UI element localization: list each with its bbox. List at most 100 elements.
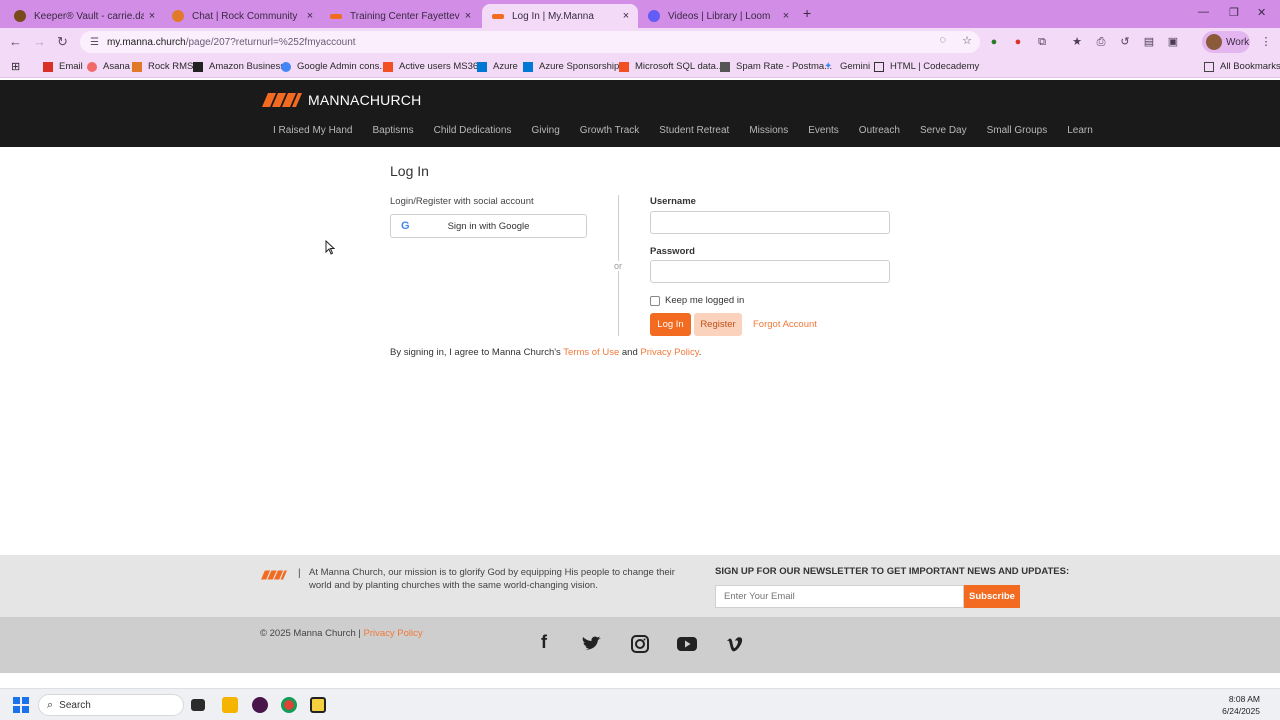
- extensions-puzzle-icon[interactable]: ⧉: [1035, 35, 1049, 49]
- manna-logo[interactable]: MANNACHURCH: [262, 92, 421, 108]
- nav-student-retreat[interactable]: Student Retreat: [659, 125, 729, 136]
- profile-label: Work: [1226, 36, 1250, 48]
- minimize-icon[interactable]: —: [1198, 6, 1209, 18]
- address-bar[interactable]: ☰ my.manna.church/page/207?returnurl=%25…: [80, 31, 980, 53]
- tab-close-icon[interactable]: ×: [144, 10, 160, 22]
- bookmark-label: Azure Sponsorships: [539, 61, 625, 72]
- task-view-icon[interactable]: [191, 699, 205, 711]
- password-field[interactable]: [650, 260, 890, 283]
- tab-close-icon[interactable]: ×: [618, 10, 634, 22]
- apps-grid-icon[interactable]: ⊞: [11, 60, 20, 73]
- tab-loom-videos[interactable]: Videos | Library | Loom ×: [638, 4, 798, 28]
- bookmark-rock-rms[interactable]: Rock RMS: [132, 61, 193, 72]
- bookmarks-star-icon[interactable]: ★: [1070, 35, 1084, 49]
- logo-church: CHURCH: [359, 92, 422, 108]
- microsoft-icon: [383, 61, 393, 72]
- menu-kebab-icon[interactable]: ⋮: [1259, 35, 1273, 49]
- restore-icon[interactable]: ❐: [1229, 6, 1239, 19]
- bookmark-email[interactable]: Email: [43, 61, 83, 72]
- tab-log-in-my-manna[interactable]: Log In | My.Manna ×: [482, 4, 638, 28]
- nav-serve-day[interactable]: Serve Day: [920, 125, 967, 136]
- vimeo-icon[interactable]: [724, 636, 746, 652]
- tab-rock-community[interactable]: Chat | Rock Community ×: [162, 4, 322, 28]
- bookmark-amazon-business[interactable]: Amazon Business: [193, 61, 285, 72]
- nav-small-groups[interactable]: Small Groups: [987, 125, 1048, 136]
- slack-icon[interactable]: [252, 697, 268, 713]
- nav-baptisms[interactable]: Baptisms: [372, 125, 413, 136]
- print-icon[interactable]: ⎙: [1094, 35, 1108, 49]
- gemini-icon: ✦: [824, 60, 833, 72]
- extension-green-icon[interactable]: ●: [987, 35, 1001, 49]
- taskbar-search[interactable]: ⌕ Search: [38, 694, 184, 716]
- site-info-icon[interactable]: ☰: [90, 37, 99, 48]
- keep-logged-in[interactable]: Keep me logged in: [650, 295, 744, 306]
- file-explorer-icon[interactable]: [222, 697, 238, 713]
- tab-search-icon[interactable]: ▣: [1166, 35, 1180, 49]
- windows-start-icon[interactable]: [13, 697, 29, 713]
- subscribe-button[interactable]: Subscribe: [964, 585, 1020, 608]
- username-field[interactable]: [650, 211, 890, 234]
- nav-giving[interactable]: Giving: [531, 125, 559, 136]
- newsletter-email-input[interactable]: [715, 585, 964, 608]
- terms-of-use-link[interactable]: Terms of Use: [563, 347, 619, 358]
- system-clock[interactable]: 8:08 AM 6/24/2025: [1222, 693, 1260, 717]
- bookmark-label: Rock RMS: [148, 61, 194, 72]
- nav-outreach[interactable]: Outreach: [859, 125, 900, 136]
- bookmark-star-icon[interactable]: ☆: [962, 34, 972, 47]
- copyright-text: © 2025 Manna Church |: [260, 628, 364, 639]
- register-button[interactable]: Register: [694, 313, 742, 336]
- tab-keeper-vault[interactable]: Keeper® Vault - carrie.daws@m ×: [4, 4, 164, 28]
- clock-time: 8:08 AM: [1228, 694, 1260, 704]
- close-window-icon[interactable]: ✕: [1257, 6, 1266, 19]
- privacy-policy-link[interactable]: Privacy Policy: [640, 347, 698, 358]
- delete-icon[interactable]: ▤: [1142, 35, 1156, 49]
- tab-close-icon[interactable]: ×: [778, 10, 794, 22]
- keep-logged-in-checkbox[interactable]: [650, 295, 660, 306]
- bookmark-spam-rate[interactable]: Spam Rate - Postma...: [720, 61, 832, 72]
- back-icon[interactable]: ←: [9, 34, 22, 49]
- instagram-icon[interactable]: [629, 634, 651, 654]
- bookmark-microsoft-sql[interactable]: Microsoft SQL data...: [619, 61, 724, 72]
- sticky-notes-icon[interactable]: [310, 697, 326, 713]
- profile-button[interactable]: Work: [1202, 31, 1250, 53]
- username-label: Username: [650, 196, 696, 207]
- bookmark-label: Microsoft SQL data...: [635, 61, 724, 72]
- history-icon[interactable]: ↺: [1118, 35, 1132, 49]
- nav-growth-track[interactable]: Growth Track: [580, 125, 639, 136]
- forward-icon[interactable]: →: [33, 34, 46, 49]
- log-in-button[interactable]: Log In: [650, 313, 691, 336]
- extension-red-icon[interactable]: ●: [1011, 35, 1025, 49]
- new-tab-button[interactable]: +: [803, 5, 811, 21]
- nav-child-dedications[interactable]: Child Dedications: [434, 125, 512, 136]
- all-bookmarks[interactable]: All Bookmarks: [1204, 61, 1280, 72]
- nav-missions[interactable]: Missions: [749, 125, 788, 136]
- tab-close-icon[interactable]: ×: [460, 10, 476, 22]
- bookmark-label: Google Admin cons...: [297, 61, 388, 72]
- nav-i-raised-my-hand[interactable]: I Raised My Hand: [273, 125, 352, 136]
- bookmark-azure[interactable]: Azure: [477, 61, 518, 72]
- bookmark-active-users[interactable]: Active users MS365: [383, 61, 483, 72]
- nav-learn[interactable]: Learn: [1067, 125, 1093, 136]
- bookmark-azure-sponsorships[interactable]: Azure Sponsorships: [523, 61, 624, 72]
- footer-logo-mark-icon: [261, 570, 287, 580]
- youtube-icon[interactable]: [676, 636, 698, 652]
- nav-events[interactable]: Events: [808, 125, 839, 136]
- manna-favicon-icon: [330, 13, 342, 19]
- reload-icon[interactable]: ↻: [57, 34, 68, 50]
- mouse-cursor-icon: [325, 240, 335, 255]
- bookmark-gemini[interactable]: ✦ Gemini: [824, 61, 870, 72]
- bookmark-google-admin[interactable]: Google Admin cons...: [281, 61, 387, 72]
- facebook-icon[interactable]: f: [533, 632, 555, 653]
- tab-title: Chat | Rock Community: [192, 10, 298, 22]
- google-sign-in-button[interactable]: G Sign in with Google: [390, 214, 587, 238]
- bookmark-codecademy[interactable]: HTML | Codecademy: [874, 61, 979, 72]
- tracking-eye-icon[interactable]: ◌: [939, 34, 946, 46]
- twitter-icon[interactable]: [581, 636, 603, 652]
- bookmark-asana[interactable]: Asana: [87, 61, 130, 72]
- tab-training-center[interactable]: Training Center Fayetteville | Ro ×: [320, 4, 480, 28]
- microsoft-icon: [619, 61, 629, 72]
- forgot-account-link[interactable]: Forgot Account: [753, 319, 817, 330]
- chrome-icon[interactable]: [281, 697, 297, 713]
- tab-close-icon[interactable]: ×: [302, 10, 318, 22]
- footer-privacy-policy-link[interactable]: Privacy Policy: [363, 628, 422, 639]
